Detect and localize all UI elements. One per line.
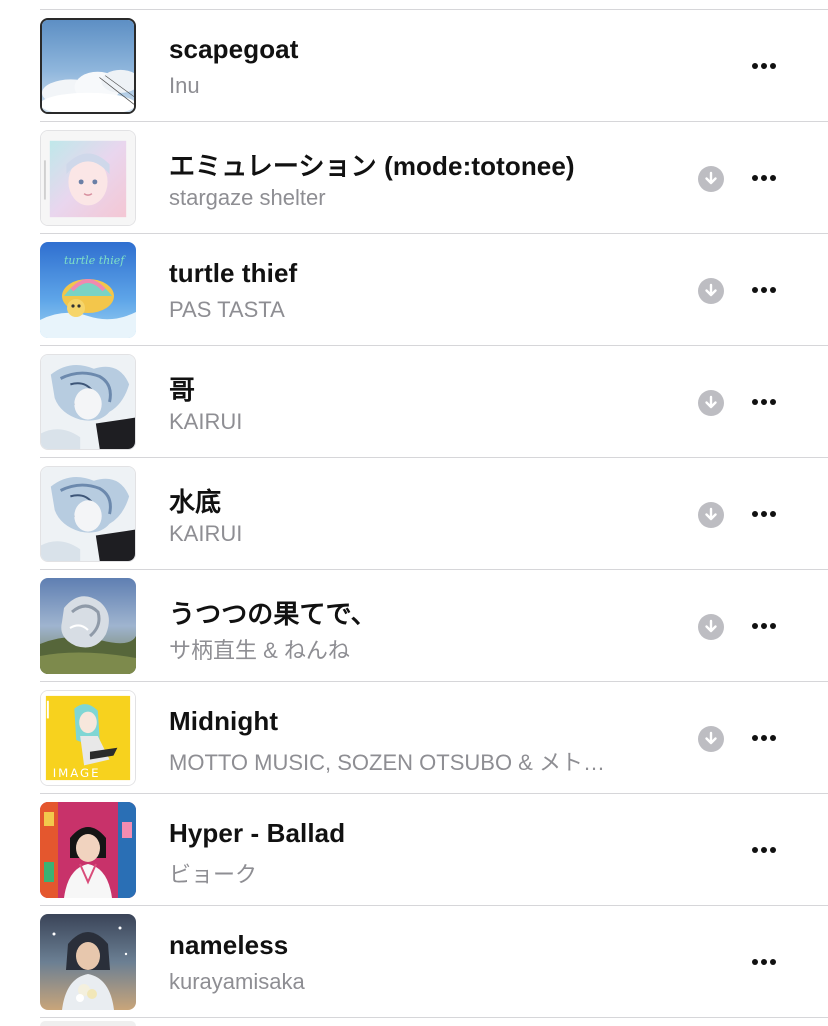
more-options-button[interactable] <box>746 384 782 420</box>
ellipsis-icon <box>752 959 758 965</box>
song-row[interactable]: エミュレーション (mode:totonee) stargaze shelter <box>40 122 828 234</box>
download-icon[interactable] <box>698 726 724 752</box>
song-row[interactable]: IMAGE Midnight MOTTO MUSIC, SOZEN OTSUBO… <box>40 682 828 794</box>
ellipsis-icon <box>761 63 767 69</box>
song-title: turtle thief <box>169 258 298 288</box>
ellipsis-icon <box>761 287 767 293</box>
ink-character-art <box>41 467 135 561</box>
ellipsis-icon <box>752 175 758 181</box>
download-icon[interactable] <box>698 502 724 528</box>
ellipsis-icon <box>770 175 776 181</box>
song-title: 水底 <box>169 487 222 517</box>
song-row[interactable]: turtle thief turtle thief PAS TASTA <box>40 234 828 346</box>
ellipsis-icon <box>761 175 767 181</box>
ink-character-art <box>41 355 135 449</box>
album-art <box>40 914 136 1010</box>
ellipsis-icon <box>770 287 776 293</box>
song-artist: KAIRUI <box>169 409 243 434</box>
next-album-art-peek <box>40 1021 136 1026</box>
song-artist: stargaze shelter <box>169 185 326 210</box>
song-artist: サ柄直生 & ねんね <box>169 638 350 663</box>
ellipsis-icon <box>761 623 767 629</box>
more-options-button[interactable] <box>746 944 782 980</box>
more-options-button[interactable] <box>746 720 782 756</box>
song-row[interactable]: Hyper - Ballad ビョーク <box>40 794 828 906</box>
yellow-image-art: IMAGE <box>41 691 135 785</box>
song-row[interactable]: 哥 KAIRUI <box>40 346 828 458</box>
song-row[interactable]: nameless kurayamisaka <box>40 906 828 1018</box>
turtle-art: turtle thief <box>40 242 136 338</box>
ellipsis-icon <box>770 63 776 69</box>
ellipsis-icon <box>752 735 758 741</box>
ellipsis-icon <box>761 735 767 741</box>
download-icon[interactable] <box>698 166 724 192</box>
more-options-button[interactable] <box>746 832 782 868</box>
download-icon[interactable] <box>698 614 724 640</box>
ellipsis-icon <box>752 623 758 629</box>
album-art <box>40 354 136 450</box>
song-artist: MOTTO MUSIC, SOZEN OTSUBO & メト… <box>169 750 605 775</box>
girl-flowers-art <box>40 914 136 1010</box>
ellipsis-icon <box>761 847 767 853</box>
album-art: turtle thief <box>40 242 136 338</box>
song-artist: PAS TASTA <box>169 297 285 322</box>
song-row[interactable]: 水底 KAIRUI <box>40 458 828 570</box>
song-artist: kurayamisaka <box>169 969 305 994</box>
more-options-button[interactable] <box>746 160 782 196</box>
song-title: nameless <box>169 930 289 960</box>
ellipsis-icon <box>752 847 758 853</box>
ellipsis-icon <box>770 959 776 965</box>
download-icon[interactable] <box>698 278 724 304</box>
more-options-button[interactable] <box>746 272 782 308</box>
song-title: エミュレーション (mode:totonee) <box>169 151 575 181</box>
ellipsis-icon <box>752 511 758 517</box>
art-text: IMAGE <box>53 766 101 780</box>
ellipsis-icon <box>761 511 767 517</box>
pink-portrait-art <box>40 802 136 898</box>
album-art <box>40 130 136 226</box>
more-options-button[interactable] <box>746 496 782 532</box>
song-title: Midnight <box>169 706 279 736</box>
song-title: scapegoat <box>169 34 299 64</box>
art-text: turtle thief <box>64 254 126 267</box>
sky-clouds-art <box>42 20 134 112</box>
ellipsis-icon <box>770 847 776 853</box>
ellipsis-icon <box>770 399 776 405</box>
ellipsis-icon <box>752 63 758 69</box>
more-options-button[interactable] <box>746 48 782 84</box>
song-title: うつつの果てで、 <box>169 599 377 629</box>
song-title: Hyper - Ballad <box>169 818 346 848</box>
album-art: IMAGE <box>40 690 136 786</box>
song-artist: ビョーク <box>169 862 258 887</box>
song-title: 哥 <box>169 375 196 405</box>
album-art <box>40 466 136 562</box>
ellipsis-icon <box>770 735 776 741</box>
song-row[interactable]: うつつの果てで、 サ柄直生 & ねんね <box>40 570 828 682</box>
more-options-button[interactable] <box>746 608 782 644</box>
download-icon[interactable] <box>698 390 724 416</box>
pastel-girl-art <box>41 131 135 225</box>
ellipsis-icon <box>770 623 776 629</box>
album-art <box>40 18 136 114</box>
song-artist: Inu <box>169 73 200 98</box>
ellipsis-icon <box>761 399 767 405</box>
album-art <box>40 578 136 674</box>
ellipsis-icon <box>761 959 767 965</box>
song-list: scapegoat Inu エミュレーション (mode:totonee) st… <box>0 10 828 1018</box>
album-art <box>40 802 136 898</box>
silver-landscape-art <box>40 578 136 674</box>
ellipsis-icon <box>752 287 758 293</box>
ellipsis-icon <box>770 511 776 517</box>
song-row[interactable]: scapegoat Inu <box>40 10 828 122</box>
ellipsis-icon <box>752 399 758 405</box>
song-artist: KAIRUI <box>169 521 243 546</box>
